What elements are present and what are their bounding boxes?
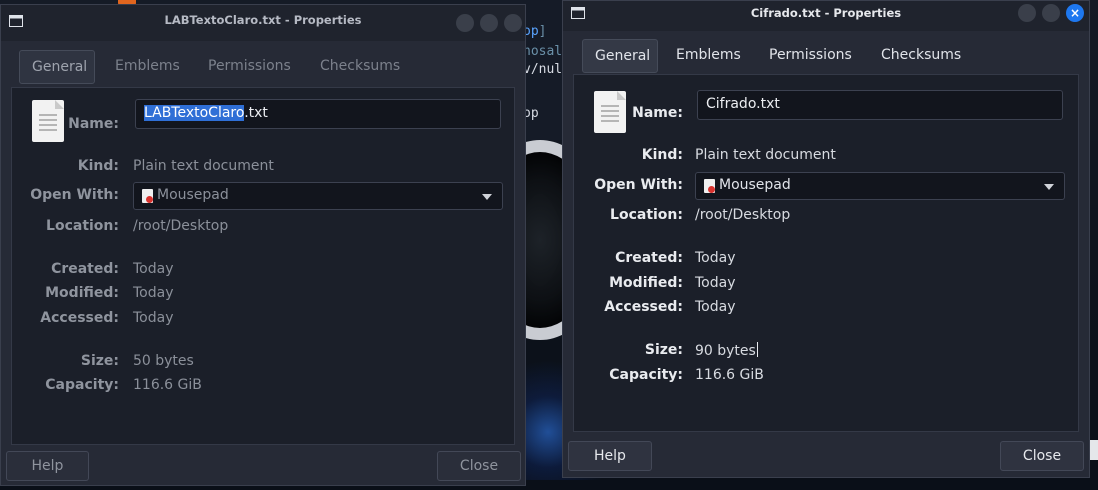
help-button[interactable]: Help (568, 441, 652, 471)
location-value: /root/Desktop (133, 218, 229, 234)
maximize-button[interactable] (1042, 4, 1060, 22)
close-window-button[interactable]: × (1066, 4, 1084, 22)
created-label: Created: (615, 250, 683, 266)
name-field[interactable]: LABTextoClaro.txt (135, 99, 501, 129)
close-button[interactable]: Close (437, 451, 521, 481)
tab-permissions[interactable]: Permissions (757, 39, 864, 73)
location-label: Location: (46, 218, 119, 234)
capacity-value: 116.6 GiB (695, 367, 764, 383)
tab-checksums[interactable]: Checksums (308, 50, 412, 84)
titlebar[interactable]: Cifrado.txt - Properties × (563, 1, 1089, 31)
kind-value: Plain text document (133, 158, 274, 174)
open-with-dropdown[interactable]: Mousepad (695, 172, 1065, 200)
name-label: Name: (632, 105, 683, 121)
window-title: LABTextoClaro.txt - Properties (164, 13, 362, 27)
location-value: /root/Desktop (695, 207, 791, 223)
open-with-value: Mousepad (157, 187, 229, 203)
mousepad-icon (142, 189, 153, 203)
mousepad-icon (704, 179, 715, 193)
help-button[interactable]: Help (6, 451, 89, 481)
terminal-line: op] (523, 24, 547, 39)
modified-label: Modified: (45, 285, 119, 301)
modified-value: Today (133, 285, 174, 301)
size-value-text: 90 bytes (695, 343, 756, 359)
name-selection: LABTextoClaro (144, 105, 245, 121)
minimize-button[interactable] (456, 14, 474, 32)
open-with-label: Open With: (594, 177, 683, 193)
tab-emblems[interactable]: Emblems (103, 50, 192, 84)
tab-checksums[interactable]: Checksums (869, 39, 973, 73)
maximize-button[interactable] (480, 14, 498, 32)
window-title: Cifrado.txt - Properties (750, 6, 902, 20)
size-value: 90 bytes (695, 342, 758, 359)
text-cursor (756, 342, 758, 357)
tab-general[interactable]: General (582, 39, 658, 73)
accessed-value: Today (695, 299, 736, 315)
dropdown-arrow-icon (1044, 184, 1054, 190)
properties-window-cifrado: Cifrado.txt - Properties × General Emble… (562, 0, 1090, 478)
capacity-label: Capacity: (609, 367, 683, 383)
accessed-value: Today (133, 310, 174, 326)
terminal-line: v/nul (523, 62, 563, 77)
text-file-icon (32, 100, 64, 142)
size-label: Size: (644, 342, 683, 358)
name-label: Name: (68, 116, 119, 132)
name-field[interactable]: Cifrado.txt (697, 90, 1063, 120)
created-value: Today (133, 261, 174, 277)
close-button[interactable]: Close (1000, 441, 1084, 471)
tab-permissions[interactable]: Permissions (196, 50, 303, 84)
open-with-dropdown[interactable]: Mousepad (133, 182, 503, 210)
size-label: Size: (80, 353, 119, 369)
name-value: Cifrado.txt (706, 96, 780, 112)
dropdown-arrow-icon (482, 194, 492, 200)
close-window-button[interactable] (504, 14, 522, 32)
text-file-icon (594, 91, 626, 133)
open-with-label: Open With: (30, 187, 119, 203)
tab-emblems[interactable]: Emblems (664, 39, 753, 73)
open-with-value: Mousepad (719, 177, 791, 193)
created-label: Created: (51, 261, 119, 277)
minimize-button[interactable] (1018, 4, 1036, 22)
terminal-line: nosal (523, 44, 563, 59)
accessed-label: Accessed: (40, 310, 119, 326)
capacity-label: Capacity: (45, 377, 119, 393)
kind-value: Plain text document (695, 147, 836, 163)
size-value: 50 bytes (133, 353, 194, 369)
tab-general[interactable]: General (19, 50, 95, 84)
name-extension: .txt (244, 105, 268, 121)
titlebar[interactable]: LABTextoClaro.txt - Properties (1, 5, 525, 41)
close-icon: × (1069, 6, 1081, 20)
created-value: Today (695, 250, 736, 266)
modified-value: Today (695, 275, 736, 291)
tab-bar: General Emblems Permissions Checksums (19, 50, 499, 84)
tab-bar: General Emblems Permissions Checksums (582, 39, 1062, 73)
location-label: Location: (610, 207, 683, 223)
accessed-label: Accessed: (604, 299, 683, 315)
kind-label: Kind: (77, 158, 119, 174)
modified-label: Modified: (609, 275, 683, 291)
capacity-value: 116.6 GiB (133, 377, 202, 393)
kind-label: Kind: (641, 147, 683, 163)
properties-window-labtextoclaro: LABTextoClaro.txt - Properties General E… (0, 4, 526, 486)
